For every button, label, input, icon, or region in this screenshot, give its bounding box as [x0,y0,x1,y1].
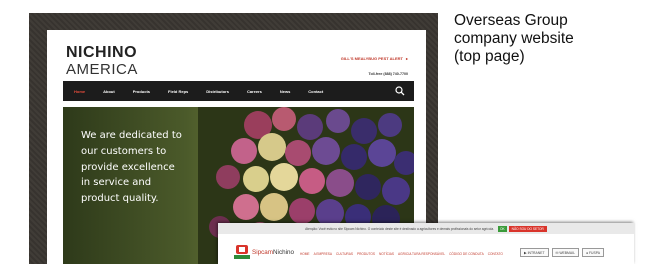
caption-line: (top page) [454,48,525,65]
logo-top-text: NICHINO [66,44,138,61]
fuspa-button[interactable]: ● FUSPA [581,248,605,257]
nav-item-home[interactable]: Home [63,89,94,94]
sub-nav-item-contato[interactable]: CONTATO [488,252,503,256]
caption-line: company website [454,30,574,47]
intranet-button[interactable]: ▶ INTRANET [520,248,549,257]
nav-item-field-reps[interactable]: Field Reps [159,89,197,94]
logo-suffix: Nichino [273,248,294,256]
sipcam-logo-text: SipcamNichino [252,249,294,256]
nav-item-about[interactable]: About [94,89,124,94]
hero-line: provide excellence [81,161,175,173]
nav-item-careers[interactable]: Careers [238,89,271,94]
arrow-right-icon: ▸ [405,56,408,61]
webmail-button[interactable]: ✉ WEBMAIL [551,248,579,257]
hero-line: product quality. [81,193,159,205]
slide-caption: Overseas Group company website (top page… [454,12,644,66]
sub-nav-item-empresa[interactable]: A EMPRESA [314,252,332,256]
pest-alert-link[interactable]: GILL'S MEALYBUG PEST ALERT ▸ [341,56,408,61]
webmail-label: WEBMAIL [559,250,575,255]
search-icon[interactable] [394,85,406,97]
nav-item-news[interactable]: News [271,89,299,94]
sub-nav-item-noticias[interactable]: NOTÍCIAS [379,252,394,256]
fuspa-label: FUSPA [588,250,601,255]
sipcam-nichino-screenshot: Atenção: Você está no site Sipcam Nichin… [218,223,634,264]
sub-nav-item-home[interactable]: HOME [300,252,310,256]
notice-bar: Atenção: Você está no site Sipcam Nichin… [218,223,634,234]
notice-decline-button[interactable]: NÃO SOU DO SETOR [508,225,547,232]
toll-free-number: Toll-free (888) 740-7700 [368,72,408,76]
nav-item-contact[interactable]: Contact [299,89,332,94]
sub-nav-item-codigo[interactable]: CÓDIGO DE CONDUTA [449,252,484,256]
nav-item-distributors[interactable]: Distributors [197,89,238,94]
sipcam-logo[interactable]: SipcamNichino [234,245,294,259]
intranet-label: INTRANET [527,250,545,255]
notice-ok-button[interactable]: OK [498,225,507,232]
notice-text: Atenção: Você está no site Sipcam Nichin… [305,226,495,231]
nav-item-products[interactable]: Products [124,89,159,94]
hero-line: in service and [81,177,152,189]
main-nav: Home About Products Field Reps Distribut… [63,81,414,101]
caption-line: Overseas Group [454,12,568,29]
sipcam-logo-mark-icon [234,245,250,259]
sub-nav-item-produtos[interactable]: PRODUTOS [357,252,375,256]
pest-alert-label: GILL'S MEALYBUG PEST ALERT [340,56,403,61]
logo-prefix: Sipcam [252,248,273,256]
logo-bottom-text: AMERICA [66,61,138,78]
hero-line: We are dedicated to [81,130,182,141]
sub-nav: HOME A EMPRESA CULTURAS PRODUTOS NOTÍCIA… [300,252,503,256]
sub-nav-item-culturas[interactable]: CULTURAS [336,252,353,256]
site-logo[interactable]: NICHINO AMERICA [66,44,138,78]
hero-line: our customers to [81,145,167,157]
hero-tagline: We are dedicated to our customers to pro… [81,128,231,207]
sub-nav-item-agricultura[interactable]: AGRICULTURA RESPONSÁVEL [398,252,445,256]
sub-header-buttons: ▶ INTRANET ✉ WEBMAIL ● FUSPA [520,248,605,257]
